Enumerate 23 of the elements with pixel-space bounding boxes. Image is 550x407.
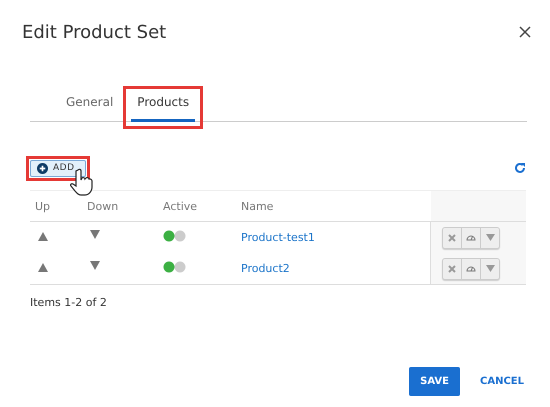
active-toggle[interactable]	[163, 230, 187, 242]
save-button[interactable]: SAVE	[409, 367, 460, 396]
pointer-cursor-icon	[70, 168, 94, 196]
pager-text: Items 1-2 of 2	[30, 296, 108, 309]
product-link[interactable]: Product2	[241, 262, 290, 275]
add-button[interactable]: ADD	[30, 160, 86, 176]
dialog-title: Edit Product Set	[22, 22, 166, 42]
down-arrow-icon[interactable]	[90, 230, 100, 238]
up-arrow-icon[interactable]	[38, 232, 48, 241]
down-arrow-icon[interactable]	[90, 260, 100, 270]
close-icon[interactable]	[518, 25, 532, 39]
column-header: Up	[35, 200, 50, 212]
tab[interactable]: General	[60, 95, 120, 122]
cancel-button[interactable]: CANCEL	[480, 376, 524, 387]
product-link[interactable]: Product-test1	[241, 231, 315, 244]
refresh-icon[interactable]	[514, 162, 526, 174]
column-header: Name	[241, 200, 274, 212]
up-arrow-icon[interactable]	[38, 263, 48, 272]
active-toggle[interactable]	[163, 261, 187, 273]
plus-icon	[37, 162, 48, 174]
column-header: Down	[87, 200, 118, 212]
tab[interactable]: Products	[131, 95, 196, 122]
column-header: Active	[163, 200, 198, 212]
